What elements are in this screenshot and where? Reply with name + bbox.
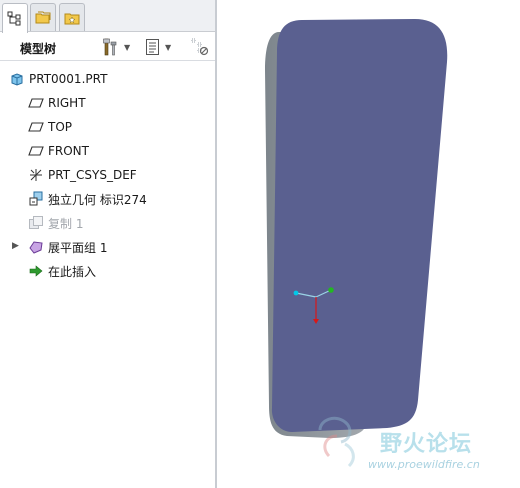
model-tree-icon bbox=[7, 11, 21, 25]
folder-browser-icon bbox=[35, 11, 51, 23]
part-icon bbox=[8, 70, 26, 88]
tree-filter-button[interactable] bbox=[190, 37, 210, 57]
tree-node-label: TOP bbox=[48, 120, 73, 134]
csys-y-axis-point bbox=[328, 287, 334, 293]
chevron-down-icon: ▼ bbox=[124, 42, 131, 52]
tree-node-label: PRT0001.PRT bbox=[29, 72, 108, 86]
tree-node-top-plane[interactable]: TOP bbox=[27, 116, 72, 138]
graphics-window[interactable] bbox=[217, 0, 520, 488]
tree-node-copy[interactable]: 复制 1 bbox=[27, 212, 83, 234]
show-list-icon bbox=[146, 39, 159, 55]
favorites-folder-icon bbox=[64, 13, 80, 24]
tree-node-label: FRONT bbox=[48, 144, 89, 158]
tree-node-label: RIGHT bbox=[48, 96, 86, 110]
tree-node-part[interactable]: PRT0001.PRT bbox=[8, 68, 107, 90]
tools-icon bbox=[103, 38, 117, 56]
tree-node-flatten-quilt[interactable]: 展平面组 1 bbox=[27, 236, 107, 258]
tree-node-front-plane[interactable]: FRONT bbox=[27, 140, 89, 162]
tree-node-label: 在此插入 bbox=[48, 264, 97, 279]
tree-node-label: 独立几何 标识274 bbox=[48, 192, 147, 207]
tree-settings-button[interactable]: ▼ bbox=[102, 37, 130, 57]
tree-node-label: 复制 1 bbox=[48, 216, 84, 231]
quilt-front-face bbox=[271, 19, 448, 432]
model-tree-panel: 模型树 ▼ ▼ PRT0001.PRT RIGHT TOP FRONT PRT_… bbox=[0, 0, 217, 488]
csys-icon bbox=[27, 166, 45, 184]
datum-plane-icon bbox=[27, 94, 45, 112]
copy-icon bbox=[27, 214, 45, 232]
tab-folder-browser[interactable] bbox=[30, 3, 56, 31]
watermark-title: 野火论坛 bbox=[380, 432, 473, 457]
datum-plane-icon bbox=[27, 118, 45, 136]
insert-here-arrow-icon bbox=[27, 262, 45, 280]
tree-node-csys[interactable]: PRT_CSYS_DEF bbox=[27, 164, 137, 186]
tree-node-independent-geometry[interactable]: 独立几何 标识274 bbox=[27, 188, 147, 210]
chevron-down-icon: ▼ bbox=[165, 42, 172, 52]
watermark-url: www.proewildfire.cn bbox=[368, 458, 480, 471]
tree-show-button[interactable]: ▼ bbox=[145, 37, 171, 57]
expand-arrow-icon[interactable]: ▶ bbox=[12, 241, 19, 251]
model-tree-header: 模型树 ▼ ▼ bbox=[0, 33, 215, 61]
tree-node-right-plane[interactable]: RIGHT bbox=[27, 92, 86, 114]
tree-filter-icon bbox=[191, 38, 209, 56]
tree-node-label: 展平面组 1 bbox=[48, 240, 108, 255]
tree-node-label: PRT_CSYS_DEF bbox=[48, 168, 137, 182]
independent-geometry-icon bbox=[27, 190, 45, 208]
flatten-quilt-icon bbox=[27, 238, 45, 256]
tab-model-tree[interactable] bbox=[2, 3, 28, 33]
model-surface-view bbox=[265, 19, 448, 468]
tree-node-insert-here[interactable]: 在此插入 bbox=[27, 260, 96, 282]
model-tree-title: 模型树 bbox=[20, 42, 57, 56]
tab-favorites[interactable] bbox=[59, 3, 85, 31]
navigator-tabstrip bbox=[0, 0, 215, 33]
datum-plane-icon bbox=[27, 142, 45, 160]
csys-x-axis-point bbox=[293, 290, 299, 296]
